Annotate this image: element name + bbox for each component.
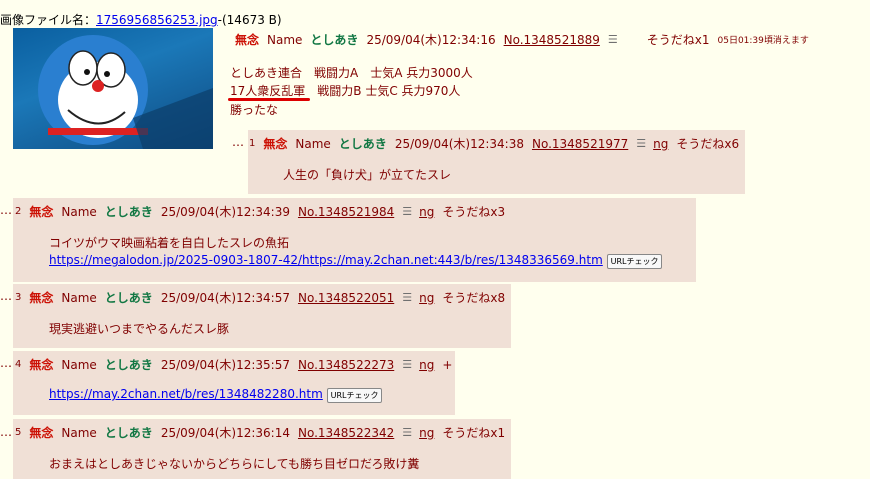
reply-2-dots: … (0, 203, 12, 217)
reply-1-menu-icon[interactable]: ☰ (636, 137, 646, 150)
reply-1-subject: 無念 (263, 137, 288, 151)
reply-5-body: おまえはとしあきじゃないからどちらにしても勝ち目ゼロだろ敗け糞 (49, 457, 420, 471)
op-subject: 無念 (235, 33, 260, 47)
reply-4-sodane-button[interactable]: + (442, 358, 452, 372)
reply-5-name-label: Name (61, 425, 97, 440)
reply-4-dots: … (0, 356, 12, 370)
op-line-2: 17人衆反乱軍 戦闘力B 士気C 兵力970人 (230, 84, 461, 98)
reply-3-number[interactable]: No.1348522051 (298, 291, 394, 305)
reply-3-name-label: Name (61, 290, 97, 305)
reply-1-number[interactable]: No.1348521977 (532, 137, 628, 151)
reply-4-number[interactable]: No.1348522273 (298, 358, 394, 372)
file-info: 画像ファイル名：1756956856253.jpg-(14673 B) (0, 11, 282, 28)
reply-1-index: 1 (249, 138, 256, 149)
op-line-1: としあき連合 戦闘力A 士気A 兵力3000人 (230, 66, 473, 80)
reply-2-datetime: 25/09/04(木)12:34:39 (160, 205, 290, 219)
reply-4-link[interactable]: https://may.2chan.net/b/res/1348482280.h… (49, 387, 323, 401)
op-line-3: 勝ったな (230, 103, 279, 117)
reply-3-name: としあき (104, 291, 153, 305)
reply-2-link[interactable]: https://megalodon.jp/2025-0903-1807-42/h… (49, 253, 603, 267)
op-name: としあき (310, 33, 359, 47)
reply-1-body: 人生の「負け犬」が立てたスレ (283, 168, 452, 182)
reply-3-subject: 無念 (29, 291, 54, 305)
reply-2-ng-button[interactable]: ng (419, 205, 434, 219)
op-datetime: 25/09/04(木)12:34:16 (366, 33, 496, 47)
reply-2-menu-icon[interactable]: ☰ (402, 205, 412, 218)
reply-3-menu-icon[interactable]: ☰ (402, 291, 412, 304)
reply-2-name-label: Name (61, 204, 97, 219)
reply-4-name-label: Name (61, 357, 97, 372)
reply-1-name: としあき (338, 137, 387, 151)
reply-1-ng-button[interactable]: ng (653, 137, 668, 151)
reply-4-index: 4 (15, 359, 22, 370)
reply-2-subject: 無念 (29, 205, 54, 219)
op-number[interactable]: No.1348521889 (504, 33, 600, 47)
reply-5-subject: 無念 (29, 426, 54, 440)
file-size: -(14673 B) (217, 13, 282, 27)
reply-5-index: 5 (15, 427, 22, 438)
reply-5-number[interactable]: No.1348522342 (298, 426, 394, 440)
reply-2-body: コイツがウマ映画粘着を自白したスレの魚拓 (49, 236, 290, 250)
reply-1-name-label: Name (295, 136, 331, 151)
reply-3-datetime: 25/09/04(木)12:34:57 (160, 291, 290, 305)
reply-3-dots: … (0, 289, 12, 303)
reply-4-datetime: 25/09/04(木)12:35:57 (160, 358, 290, 372)
reply-2-number[interactable]: No.1348521984 (298, 205, 394, 219)
op-expire: 05日01:39頃消えます (717, 36, 809, 46)
reply-2-sodane-button[interactable]: そうだねx3 (442, 203, 505, 220)
reply-5-ng-button[interactable]: ng (419, 426, 434, 440)
reply-3-body: 現実逃避いつまでやるんだスレ豚 (49, 322, 230, 336)
op-sodane-button[interactable]: そうだねx1 (647, 31, 710, 48)
thumbnail-image[interactable] (13, 28, 213, 149)
reply-4-url-check-button[interactable]: URLチェック (326, 388, 383, 403)
reply-3-ng-button[interactable]: ng (419, 291, 434, 305)
reply-1-datetime: 25/09/04(木)12:34:38 (394, 137, 524, 151)
reply-5-name: としあき (104, 426, 153, 440)
file-link[interactable]: 1756956856253.jpg (96, 13, 218, 27)
reply-3-index: 3 (15, 292, 22, 303)
reply-5-menu-icon[interactable]: ☰ (402, 426, 412, 439)
reply-2-url-check-button[interactable]: URLチェック (606, 254, 663, 269)
reply-1-sodane-button[interactable]: そうだねx6 (676, 135, 739, 152)
op-menu-icon[interactable]: ☰ (608, 33, 618, 46)
reply-3-sodane-button[interactable]: そうだねx8 (442, 289, 505, 306)
reply-5-dots: … (0, 425, 12, 439)
reply-1-dots: … (232, 135, 244, 149)
reply-4-menu-icon[interactable]: ☰ (402, 358, 412, 371)
reply-4-ng-button[interactable]: ng (419, 358, 434, 372)
op-name-label: Name (267, 32, 303, 47)
file-label: 画像ファイル名： (0, 13, 97, 27)
reply-2-index: 2 (15, 206, 22, 217)
reply-5-datetime: 25/09/04(木)12:36:14 (160, 426, 290, 440)
reply-4-name: としあき (104, 358, 153, 372)
reply-4-subject: 無念 (29, 358, 54, 372)
reply-2-name: としあき (104, 205, 153, 219)
reply-5-sodane-button[interactable]: そうだねx1 (442, 424, 505, 441)
